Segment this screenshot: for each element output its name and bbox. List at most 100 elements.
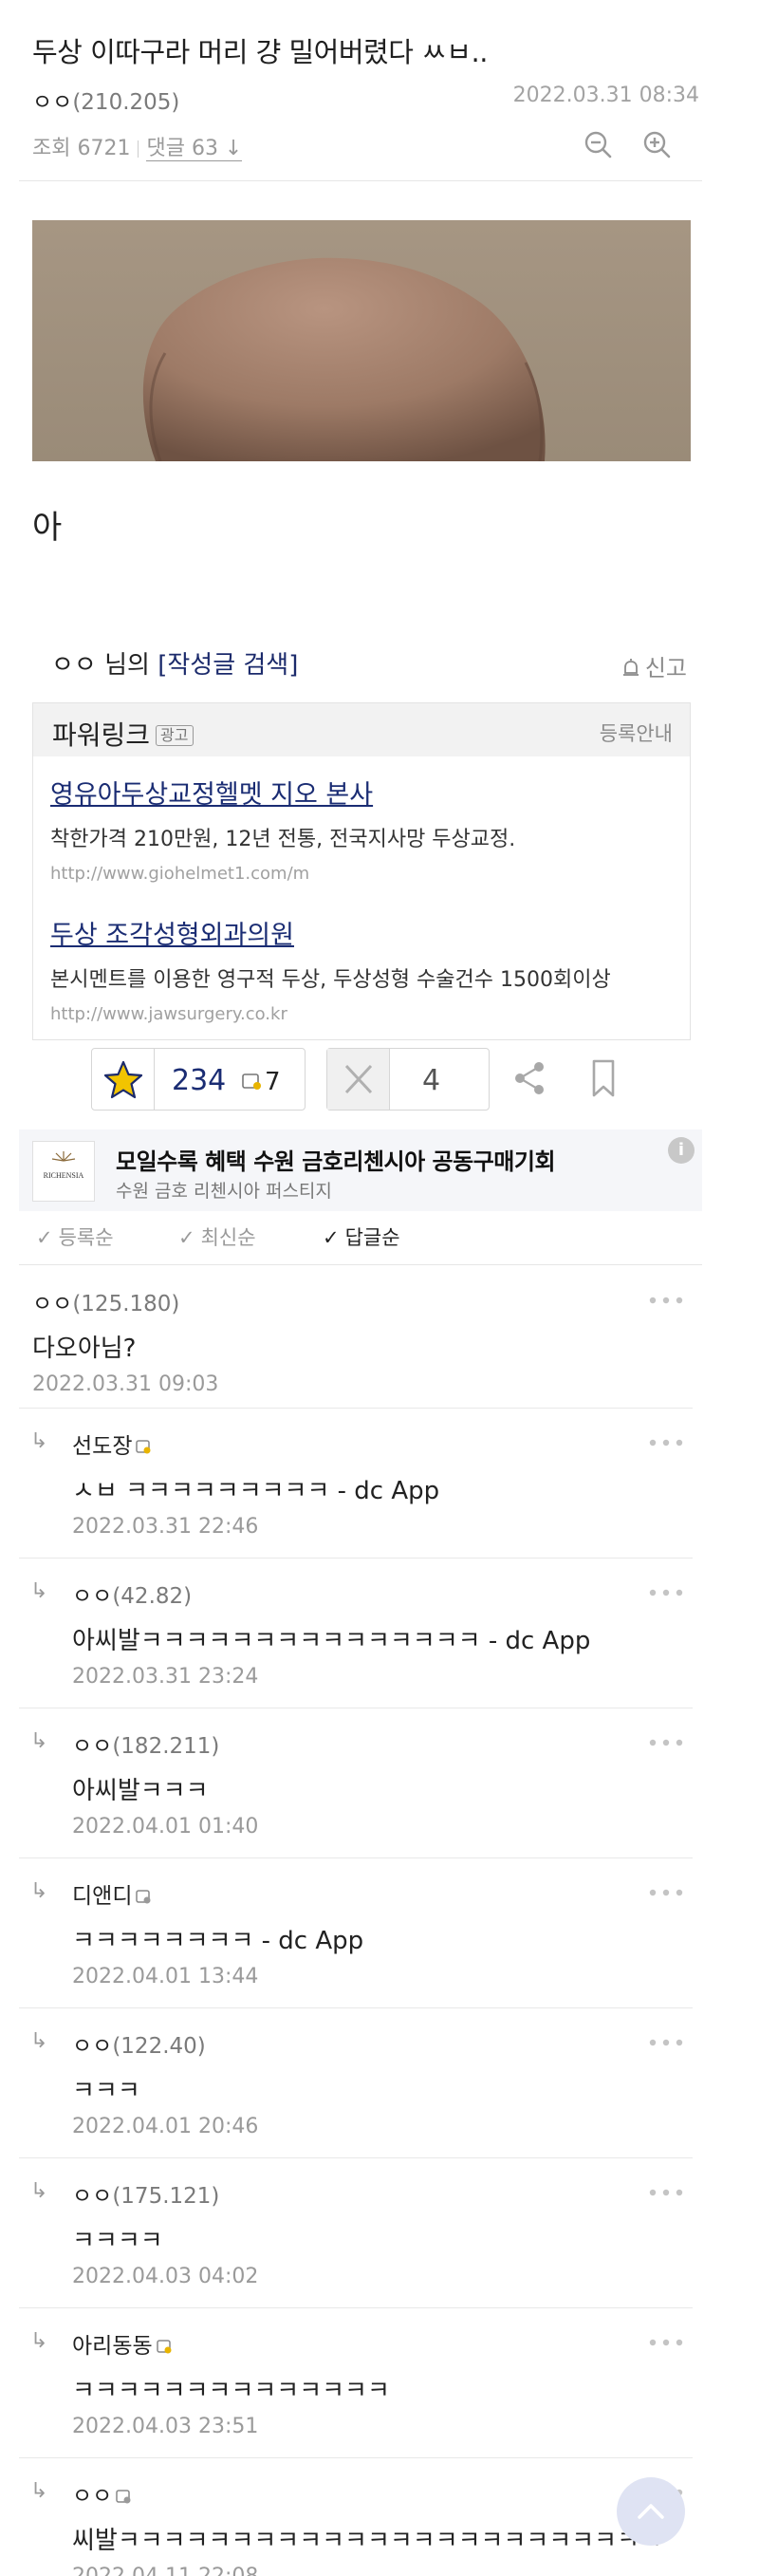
post-photo[interactable] (32, 220, 691, 461)
comment-author-ip: (175.121) (112, 2184, 220, 2209)
ad-description: 착한가격 210만원, 12년 전통, 전국지사망 두상교정. (50, 828, 516, 851)
comment-author-name: ㅇㅇ (72, 2184, 113, 2209)
comment-text: ㅋㅋㅋ (72, 2077, 140, 2105)
gallog-icon (136, 1890, 151, 1904)
more-dots-icon[interactable] (647, 1883, 685, 1902)
more-dots-icon[interactable] (647, 1583, 685, 1602)
comment-date: 2022.03.31 23:24 (72, 1665, 259, 1689)
comment-author[interactable]: ㅇㅇ(182.211) (72, 1727, 219, 1760)
comment-text: 아씨발ㅋㅋㅋ (72, 1777, 209, 1805)
more-dots-icon[interactable] (647, 2333, 685, 2352)
bell-icon (622, 659, 639, 676)
powerlink-title: 파워링크 광고 (52, 715, 194, 753)
sort-option-register[interactable]: ✓ 등록순 (36, 1223, 114, 1251)
zoom-in-icon[interactable] (641, 129, 672, 159)
comment-author[interactable]: 디앤디 (72, 1877, 151, 1910)
ad-description: 본시멘트를 이용한 영구적 두상, 두상성형 수술건수 1500회이상 (50, 968, 611, 992)
more-dots-icon[interactable] (647, 2033, 685, 2052)
comment-date: 2022.03.31 09:03 (32, 1372, 219, 1396)
reply-comment: ↳ ㅇㅇ 씨발ㅋㅋㅋㅋㅋㅋㅋㅋㅋㅋㅋㅋㅋㅋㅋㅋㅋㅋㅋㅋㅋㅋㅋㅋ 2022.04.11 … (19, 2458, 693, 2576)
comment-date: 2022.04.01 01:40 (72, 1815, 259, 1839)
ad-item[interactable]: 영유아두상교정헬멧 지오 본사 착한가격 210만원, 12년 전통, 전국지사… (50, 774, 515, 884)
post-date: 2022.03.31 08:34 (512, 84, 699, 107)
not-recommend-button[interactable]: 4 (326, 1048, 490, 1111)
comment-author-name: 디앤디 (72, 1884, 133, 1909)
comment-text: 씨발ㅋㅋㅋㅋㅋㅋㅋㅋㅋㅋㅋㅋㅋㅋㅋㅋㅋㅋㅋㅋㅋㅋㅋㅋ (72, 2527, 662, 2555)
stats-divider (138, 140, 139, 158)
gallog-icon (156, 2340, 172, 2354)
bookmark-icon[interactable] (586, 1057, 621, 1099)
comment-author[interactable]: ㅇㅇ (72, 2477, 131, 2510)
ad-badge: 광고 (156, 725, 194, 746)
sort-option-reply[interactable]: ✓ 답글순 (323, 1223, 400, 1251)
more-dots-icon[interactable] (647, 1291, 685, 1310)
header-divider (19, 180, 702, 181)
share-icon[interactable] (510, 1059, 548, 1097)
fixed-recommend: 7 (242, 1068, 281, 1096)
check-icon: ✓ (36, 1226, 53, 1249)
info-icon[interactable]: i (668, 1137, 695, 1164)
more-dots-icon[interactable] (647, 1433, 685, 1452)
writer-suffix: 님의 (96, 651, 158, 680)
shaved-head-image (32, 220, 691, 461)
zoom-out-icon[interactable] (583, 129, 613, 159)
richensia-logo: RICHENSIA (32, 1141, 95, 1202)
author-ip: (210.205) (72, 90, 180, 115)
comment-author-name: ㅇㅇ (72, 1584, 113, 1609)
ad-url: http://www.jawsurgery.co.kr (50, 1004, 287, 1024)
comment-author[interactable]: ㅇㅇ(42.82) (72, 1577, 192, 1610)
scroll-top-button[interactable] (617, 2477, 685, 2546)
promo-title[interactable]: 모일수록 혜택 수원 금호리첸시아 공동구매기회 (116, 1143, 556, 1176)
comment-text: ㅅㅂ ㅋㅋㅋㅋㅋㅋㅋㅋㅋ - dc App (72, 1477, 440, 1505)
comment-text: ㅋㅋㅋㅋㅋㅋㅋㅋ - dc App (72, 1927, 364, 1955)
post-author[interactable]: ㅇㅇ(210.205) (32, 84, 179, 116)
search-posts-link[interactable]: [작성글 검색] (157, 651, 298, 680)
recommend-button[interactable]: 234 7 (91, 1048, 306, 1111)
ad-register-link[interactable]: 등록안내 (600, 719, 673, 747)
comment-author[interactable]: 아리동동 (72, 2327, 172, 2360)
reply-arrow-icon: ↳ (30, 2329, 48, 2353)
ad-title[interactable]: 두상 조각성형외과의원 (50, 914, 611, 951)
comment-date: 2022.04.03 04:02 (72, 2265, 259, 2288)
report-button[interactable]: 신고 (621, 649, 687, 682)
comment-date: 2022.04.01 20:46 (72, 2115, 259, 2138)
ad-item[interactable]: 두상 조각성형외과의원 본시멘트를 이용한 영구적 두상, 두상성형 수술건수 … (50, 914, 611, 1024)
post-stats: 조회 6721 댓글 63 ↓ (32, 131, 243, 161)
comment-date: 2022.04.01 13:44 (72, 1965, 259, 1988)
writer-search-row: ㅇㅇ 님의 [작성글 검색] (51, 645, 298, 681)
comment-author[interactable]: ㅇㅇ(122.40) (72, 2027, 206, 2060)
down-arrow-icon: ↓ (217, 137, 243, 160)
post-body: 아 (32, 509, 63, 547)
sort-option-latest[interactable]: ✓ 최신순 (178, 1223, 256, 1251)
reply-arrow-icon: ↳ (30, 1729, 48, 1753)
comment-date: 2022.04.11 22:08 (72, 2565, 258, 2576)
promo-subtitle: 수원 금호 리첸시아 퍼스티지 (116, 1181, 332, 1202)
reply-comment: ↳ 선도장 ㅅㅂ ㅋㅋㅋㅋㅋㅋㅋㅋㅋ - dc App 2022.03.31 22:4… (19, 1409, 693, 1559)
more-dots-icon[interactable] (647, 2183, 685, 2202)
comment-author[interactable]: 선도장 (72, 1428, 151, 1460)
comment-count-link[interactable]: 댓글 63 ↓ (146, 137, 243, 161)
reply-arrow-icon: ↳ (30, 2179, 48, 2203)
promo-banner[interactable]: RICHENSIA 모일수록 혜택 수원 금호리첸시아 공동구매기회 수원 금호… (19, 1129, 702, 1211)
comment-author[interactable]: ㅇㅇ(175.121) (72, 2177, 219, 2210)
ad-title[interactable]: 영유아두상교정헬멧 지오 본사 (50, 774, 515, 811)
comment-author-ip: (182.211) (112, 1734, 220, 1759)
reply-comment: ↳ 아리동동 ㅋㅋㅋㅋㅋㅋㅋㅋㅋㅋㅋㅋㅋㅋ 2022.04.03 23:51 (19, 2308, 693, 2458)
comment-author-ip: (42.82) (112, 1584, 193, 1609)
comment-author-name: ㅇㅇ (72, 1734, 113, 1759)
comment-author-name: 아리동동 (72, 2334, 153, 2359)
comment-text: 아씨발ㅋㅋㅋㅋㅋㅋㅋㅋㅋㅋㅋㅋㅋㅋㅋ - dc App (72, 1627, 591, 1655)
view-count: 조회 6721 (32, 137, 131, 160)
more-dots-icon[interactable] (647, 1733, 685, 1752)
reply-arrow-icon: ↳ (30, 1879, 48, 1903)
reply-comment: ↳ ㅇㅇ(182.211) 아씨발ㅋㅋㅋ 2022.04.01 01:40 (19, 1708, 693, 1858)
comment-date: 2022.03.31 22:46 (72, 1515, 259, 1539)
check-icon: ✓ (178, 1226, 195, 1249)
report-label: 신고 (644, 655, 687, 681)
reply-arrow-icon: ↳ (30, 1579, 48, 1603)
gallog-icon (136, 1440, 151, 1454)
comment-author-ip: (125.180) (72, 1292, 180, 1316)
not-recommend-count: 4 (422, 1064, 441, 1097)
check-icon: ✓ (323, 1226, 340, 1249)
comment-author[interactable]: ㅇㅇ(125.180) (32, 1285, 179, 1317)
